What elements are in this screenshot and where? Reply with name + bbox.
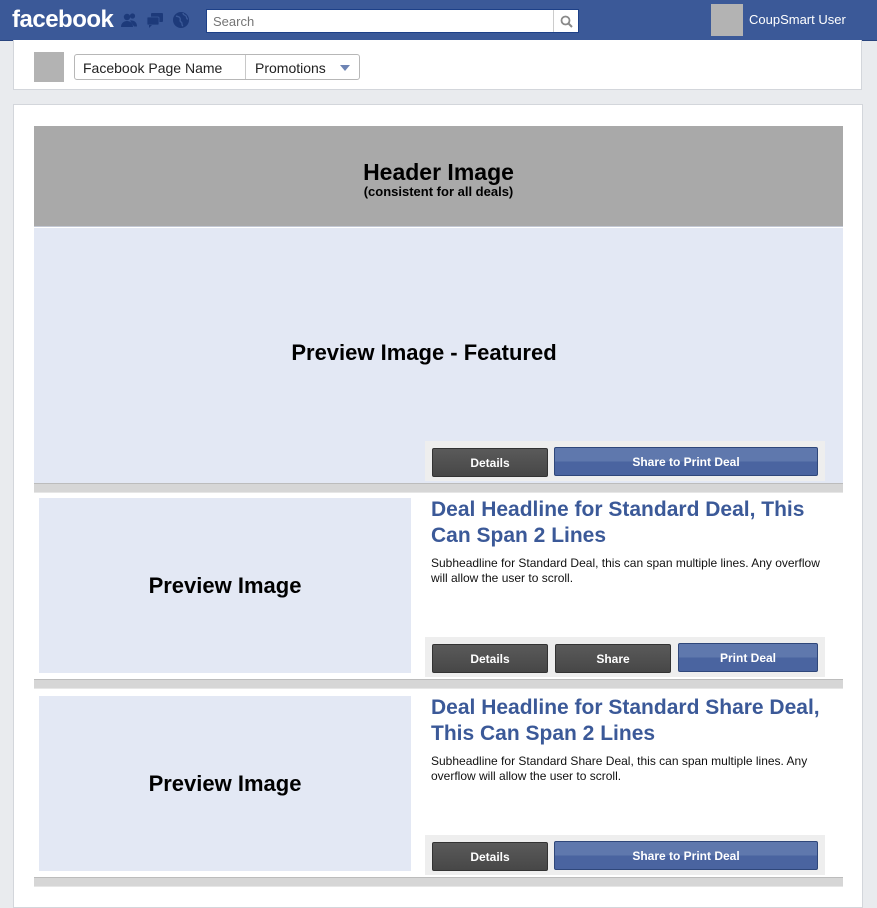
search-icon xyxy=(560,15,573,28)
page-header-bar: Facebook Page Name Promotions xyxy=(13,40,862,90)
facebook-logo[interactable]: facebook xyxy=(12,6,114,34)
deal-2-share-to-print-button[interactable]: Share to Print Deal xyxy=(554,841,818,870)
search-box xyxy=(206,9,579,33)
header-title: Header Image xyxy=(363,159,514,185)
deal-2-preview-image[interactable]: Preview Image xyxy=(39,696,411,871)
search-input[interactable] xyxy=(207,10,555,32)
promotions-label: Promotions xyxy=(255,60,326,76)
deal-2-details-button[interactable]: Details xyxy=(432,842,548,871)
promotions-dropdown[interactable]: Promotions xyxy=(246,55,359,79)
deal-1-subheadline: Subheadline for Standard Deal, this can … xyxy=(431,556,820,585)
deal-1-print-deal-button[interactable]: Print Deal xyxy=(678,643,818,672)
featured-share-to-print-button[interactable]: Share to Print Deal xyxy=(554,447,818,476)
deal-divider xyxy=(34,483,843,493)
user-avatar[interactable] xyxy=(711,4,743,36)
chevron-down-icon xyxy=(340,65,350,71)
deal-1-share-button[interactable]: Share xyxy=(555,644,671,673)
deal-divider xyxy=(34,679,843,689)
deal-2-headline[interactable]: Deal Headline for Standard Share Deal, T… xyxy=(431,695,831,747)
user-name-link[interactable]: CoupSmart User xyxy=(749,12,846,27)
deal-1-preview-image[interactable]: Preview Image xyxy=(39,498,411,673)
featured-details-button[interactable]: Details xyxy=(432,448,548,477)
deal-1-headline[interactable]: Deal Headline for Standard Deal, This Ca… xyxy=(431,497,831,549)
messages-icon[interactable] xyxy=(146,11,164,29)
page-selector[interactable]: Facebook Page Name Promotions xyxy=(74,54,360,80)
search-button[interactable] xyxy=(553,10,578,32)
notifications-globe-icon[interactable] xyxy=(172,11,190,29)
page-name-link[interactable]: Facebook Page Name xyxy=(75,55,246,79)
deal-1-details-button[interactable]: Details xyxy=(432,644,548,673)
deal-2-subheadline: Subheadline for Standard Share Deal, thi… xyxy=(431,754,808,783)
deal-divider xyxy=(34,877,843,887)
top-navigation-bar: facebook CoupSmart User xyxy=(0,0,877,41)
notification-jewels xyxy=(120,11,190,29)
header-image: Header Image (consistent for all deals) xyxy=(34,126,843,227)
friends-icon[interactable] xyxy=(120,11,138,29)
header-subtitle: (consistent for all deals) xyxy=(363,184,514,199)
page-thumbnail[interactable] xyxy=(34,52,64,82)
featured-preview-label: Preview Image - Featured xyxy=(291,340,557,365)
